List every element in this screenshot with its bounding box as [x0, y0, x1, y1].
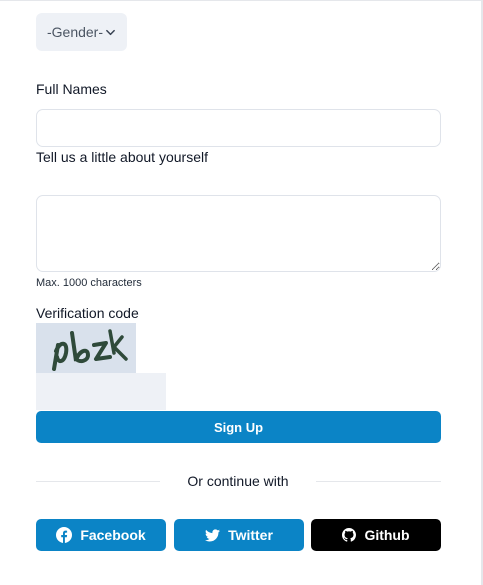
twitter-login-button[interactable]: Twitter: [174, 519, 304, 551]
github-login-button[interactable]: Github: [311, 519, 441, 551]
gender-select-value: -Gender-: [46, 24, 104, 40]
verification-code-input[interactable]: [36, 373, 166, 410]
twitter-icon: [205, 528, 221, 541]
twitter-button-label: Twitter: [228, 527, 273, 543]
divider-line-right: [316, 481, 441, 482]
continue-with-text: Or continue with: [187, 473, 289, 489]
sign-up-button[interactable]: Sign Up: [36, 411, 441, 443]
facebook-login-button[interactable]: Facebook: [36, 519, 166, 551]
full-name-label: Full Names: [36, 81, 107, 97]
about-label: Tell us a little about yourself: [36, 149, 208, 165]
verification-code-label: Verification code: [36, 305, 139, 321]
frame-top-border: [0, 0, 483, 1]
captcha-image: [36, 323, 136, 373]
github-button-label: Github: [364, 527, 410, 543]
github-icon: [342, 528, 357, 542]
facebook-icon: [56, 527, 73, 543]
divider-line-left: [36, 481, 160, 482]
facebook-button-label: Facebook: [80, 527, 146, 543]
about-char-limit-hint: Max. 1000 characters: [36, 277, 142, 289]
gender-select[interactable]: -Gender-: [36, 13, 127, 51]
chevron-down-icon: [105, 27, 116, 38]
full-name-input[interactable]: [36, 109, 441, 147]
about-textarea[interactable]: [36, 195, 441, 272]
